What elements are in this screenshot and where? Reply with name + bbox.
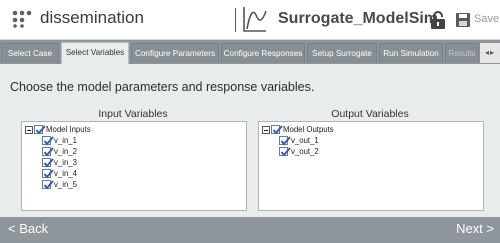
- checkbox-checked-icon[interactable]: [279, 136, 291, 146]
- checkbox-checked-icon[interactable]: [42, 147, 54, 157]
- tab-scroll-arrows-icon[interactable]: ◂▸: [480, 43, 500, 63]
- page-prompt: Choose the model parameters and response…: [10, 80, 315, 94]
- app-header: dissemination Surrogate_ModelSim Save: [0, 0, 500, 40]
- save-icon[interactable]: [456, 13, 470, 27]
- output-variables-heading: Output Variables: [331, 108, 409, 120]
- tree-root-label: Model Outputs: [283, 125, 334, 134]
- tab-select-variables[interactable]: Select Variables: [61, 42, 129, 64]
- tree-item-label: v_in_4: [54, 169, 77, 178]
- model-name: Surrogate_ModelSim: [278, 10, 439, 27]
- header-divider: [235, 8, 236, 32]
- next-button[interactable]: Next >: [456, 221, 494, 236]
- output-variables-panel: Model Outputs v_out_1 v_out_2: [258, 121, 484, 211]
- input-variables-heading: Input Variables: [98, 108, 168, 120]
- tree-item-label: v_in_1: [54, 136, 77, 145]
- app-name: dissemination: [40, 8, 144, 27]
- dots-logo-icon: [12, 10, 32, 28]
- model-curve-icon: [243, 7, 267, 32]
- tree-root-label: Model Inputs: [46, 125, 91, 134]
- collapse-icon[interactable]: [262, 126, 270, 134]
- checkbox-checked-icon[interactable]: [42, 136, 54, 146]
- tab-bar: Select Case Select Variables Configure P…: [0, 40, 500, 64]
- wizard-footer: < Back Next >: [0, 217, 500, 243]
- checkbox-checked-icon[interactable]: [42, 180, 54, 190]
- checkbox-checked-icon[interactable]: [271, 125, 283, 135]
- checkbox-checked-icon[interactable]: [34, 125, 46, 135]
- collapse-icon[interactable]: [25, 126, 33, 134]
- lock-icon[interactable]: [430, 11, 446, 30]
- tab-select-case[interactable]: Select Case: [1, 43, 59, 63]
- tree-item-label: v_in_3: [54, 158, 77, 167]
- checkbox-checked-icon[interactable]: [42, 158, 54, 168]
- tree-item-label: v_out_2: [291, 147, 319, 156]
- tab-configure-parameters[interactable]: Configure Parameters: [131, 43, 219, 63]
- checkbox-checked-icon[interactable]: [42, 169, 54, 179]
- main-content: Choose the model parameters and response…: [0, 64, 500, 217]
- checkbox-checked-icon[interactable]: [279, 147, 291, 157]
- tree-item-label: v_out_1: [291, 136, 319, 145]
- tab-results[interactable]: Results: [445, 43, 479, 63]
- tab-configure-responses[interactable]: Configure Responses: [221, 43, 305, 63]
- save-button[interactable]: Save: [474, 13, 499, 25]
- back-button[interactable]: < Back: [8, 221, 48, 236]
- tab-setup-surrogate[interactable]: Setup Surrogate: [307, 43, 377, 63]
- tab-run-simulation[interactable]: Run Simulation: [379, 43, 443, 63]
- input-variables-panel: Model Inputs v_in_1 v_in_2 v_in_3 v_in_4: [21, 121, 247, 211]
- tree-item-label: v_in_5: [54, 180, 77, 189]
- tree-item-label: v_in_2: [54, 147, 77, 156]
